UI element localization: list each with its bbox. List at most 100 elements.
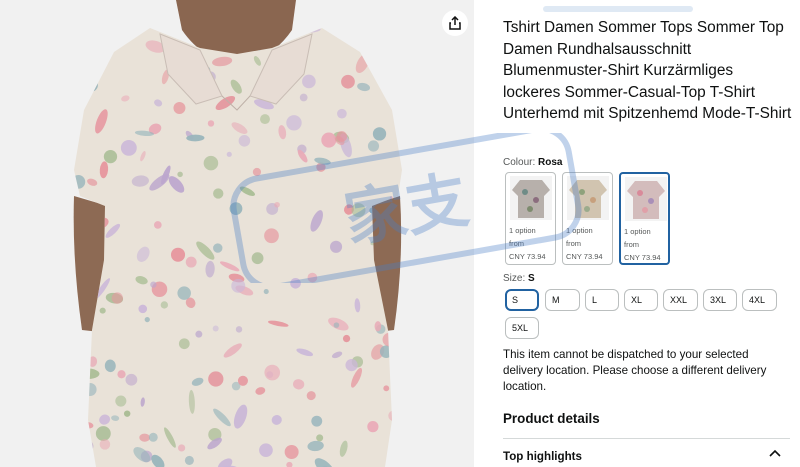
floral-motif <box>103 149 118 164</box>
floral-motif <box>333 322 340 328</box>
floral-motif <box>153 221 162 229</box>
floral-motif <box>213 188 224 199</box>
floral-motif <box>383 385 390 392</box>
floral-motif <box>311 415 323 427</box>
share-icon <box>449 16 461 30</box>
floral-motif <box>341 74 355 89</box>
delivery-notice: This item cannot be dispatched to your s… <box>503 348 767 393</box>
floral-motif <box>299 93 308 102</box>
floral-motif <box>177 444 186 452</box>
floral-motif <box>260 114 270 125</box>
floral-motif <box>367 140 380 152</box>
share-button[interactable] <box>442 10 468 36</box>
swatch-text: 1 option from CNY 73.94 <box>509 226 546 261</box>
size-option-4xl[interactable]: 4XL <box>742 289 777 311</box>
size-option-s[interactable]: S <box>505 289 539 311</box>
floral-motif <box>264 364 281 381</box>
floral-motif <box>123 410 131 417</box>
floral-motif <box>99 307 106 314</box>
chevron-up-icon <box>769 449 781 457</box>
floral-motif <box>177 286 191 300</box>
floral-motif <box>330 240 343 253</box>
floral-motif <box>229 202 243 215</box>
floral-motif <box>264 228 279 244</box>
floral-motif <box>138 304 148 314</box>
size-option-5xl[interactable]: 5XL <box>505 317 539 339</box>
size-option-m[interactable]: M <box>545 289 580 311</box>
floral-motif <box>208 371 224 387</box>
size-option-xxl[interactable]: XXL <box>663 289 698 311</box>
floral-motif <box>173 102 186 114</box>
floral-motif <box>212 325 219 332</box>
swatch-thumbnail <box>567 176 609 220</box>
floral-motif <box>345 358 358 372</box>
colour-label-row: Colour: Rosa <box>503 157 562 168</box>
floral-motif <box>372 127 387 141</box>
product-details-heading: Product details <box>503 411 600 426</box>
size-label-row: Size: S <box>503 273 535 284</box>
section-divider <box>503 438 790 439</box>
floral-motif <box>252 167 262 177</box>
floral-motif <box>185 256 197 268</box>
floral-motif <box>195 330 203 338</box>
blouse-image <box>0 0 474 467</box>
floral-motif <box>178 338 190 350</box>
floral-motif <box>150 281 157 288</box>
floral-motif <box>286 115 302 131</box>
floral-motif <box>177 171 183 178</box>
colour-swatch-3-selected[interactable]: 1 option from CNY 73.94 <box>619 172 670 265</box>
size-option-3xl[interactable]: 3XL <box>703 289 737 311</box>
floral-motif <box>274 201 280 208</box>
floral-motif <box>284 445 299 459</box>
floral-motif <box>226 151 232 157</box>
size-option-xl[interactable]: XL <box>624 289 658 311</box>
floral-motif <box>207 120 215 127</box>
floral-motif <box>337 108 347 119</box>
floral-motif <box>238 135 251 147</box>
colour-swatches: 1 option from CNY 73.94 1 option from CN… <box>505 172 670 265</box>
swatch-text: 1 option from CNY 73.94 <box>566 226 603 261</box>
size-selected-value: S <box>528 273 535 284</box>
floral-motif <box>148 432 158 442</box>
floral-motif <box>290 277 301 289</box>
top-highlights-toggle[interactable]: Top highlights <box>503 447 783 465</box>
floral-motif <box>263 288 269 295</box>
floral-motif <box>170 247 186 262</box>
product-details-panel: Tshirt Damen Sommer Tops Sommer Top Dame… <box>503 0 793 467</box>
floral-motif <box>184 455 194 466</box>
colour-swatch-2[interactable]: 1 option from CNY 73.94 <box>562 172 613 265</box>
floral-motif <box>367 421 379 433</box>
floral-motif <box>160 301 169 309</box>
floral-motif <box>115 395 127 407</box>
floral-motif <box>203 155 219 171</box>
floral-motif <box>117 370 126 379</box>
floral-motif <box>342 334 351 343</box>
floral-motif <box>307 272 318 283</box>
floral-motif <box>235 326 243 333</box>
floral-motif <box>321 132 337 148</box>
product-title: Tshirt Damen Sommer Tops Sommer Top Dame… <box>503 19 792 123</box>
floral-motif <box>237 375 248 386</box>
floral-motif <box>259 443 273 458</box>
floral-motif <box>125 373 138 386</box>
floral-motif <box>213 243 223 253</box>
size-label: Size: <box>503 273 526 284</box>
colour-swatch-1[interactable]: 1 option from CNY 73.94 <box>505 172 556 265</box>
floral-motif <box>111 292 123 304</box>
swatch-thumbnail <box>625 177 667 221</box>
floral-motif <box>95 426 111 441</box>
breadcrumb-blurred <box>543 6 693 12</box>
colour-label: Colour: <box>503 157 536 168</box>
size-option-l[interactable]: L <box>585 289 619 311</box>
floral-motif <box>302 74 316 89</box>
floral-motif <box>99 439 111 450</box>
floral-motif <box>351 203 366 218</box>
top-highlights-label: Top highlights <box>503 450 582 463</box>
floral-motif <box>231 278 246 293</box>
floral-motif <box>316 434 324 442</box>
floral-motif <box>251 252 264 265</box>
swatch-text: 1 option from CNY 73.94 <box>624 227 661 262</box>
colour-selected-value: Rosa <box>538 157 563 168</box>
product-image[interactable] <box>0 0 474 467</box>
swatch-thumbnail <box>510 176 552 220</box>
